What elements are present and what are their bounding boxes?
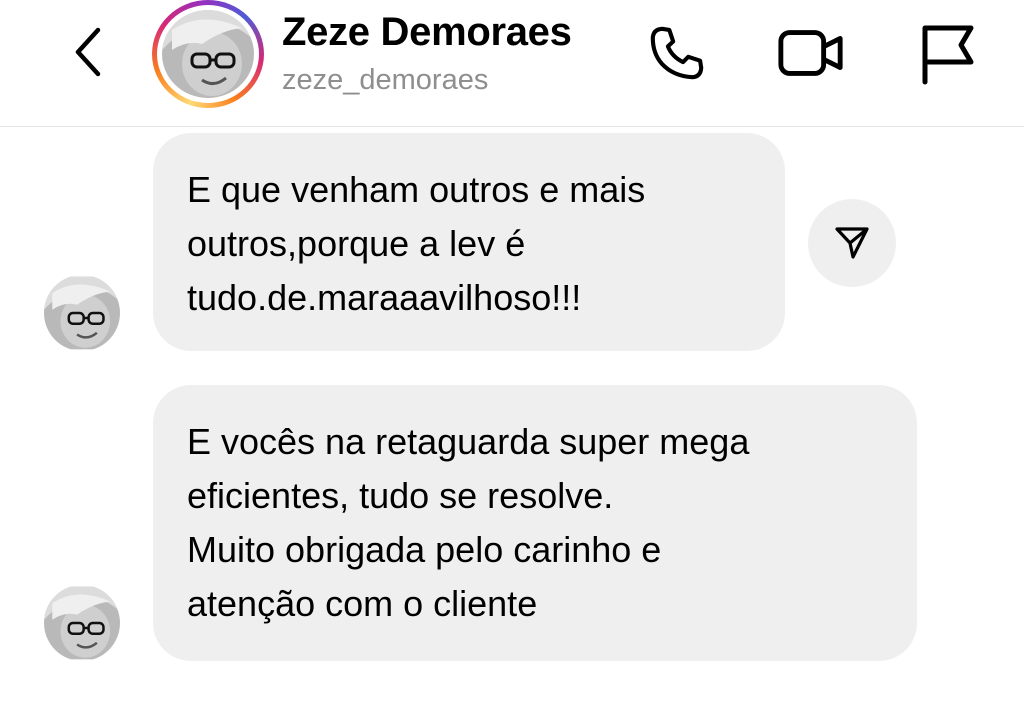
username[interactable]: zeze_demoraes xyxy=(282,64,488,97)
message-line: E que venham outros e mais xyxy=(187,169,646,210)
sender-avatar[interactable] xyxy=(44,275,120,351)
chat-header: Zeze Demoraes zeze_demoraes xyxy=(0,0,1024,127)
chevron-left-icon xyxy=(75,27,101,77)
profile-avatar[interactable] xyxy=(152,0,264,108)
message-line: eficientes, tudo se resolve. xyxy=(187,475,614,516)
message-line: tudo.de.maraaavilhoso!!! xyxy=(187,277,582,318)
video-camera-icon xyxy=(778,30,843,76)
avatar-photo xyxy=(162,10,254,98)
message-bubble[interactable]: E que venham outros e mais outros,porque… xyxy=(153,133,785,351)
message-bubble[interactable]: E vocês na retaguarda super mega eficien… xyxy=(153,385,917,661)
share-message-button[interactable] xyxy=(808,199,896,287)
display-name[interactable]: Zeze Demoraes xyxy=(282,10,572,55)
message-line: Muito obrigada pelo carinho e xyxy=(187,529,662,570)
back-button[interactable] xyxy=(62,22,114,82)
video-call-button[interactable] xyxy=(776,18,846,88)
chat-screen: Zeze Demoraes zeze_demoraes E que venham… xyxy=(0,0,1024,722)
avatar-ring-gap xyxy=(157,5,259,103)
message-line: outros,porque a lev é xyxy=(187,223,526,264)
voice-call-button[interactable] xyxy=(642,18,712,88)
flag-icon xyxy=(922,25,974,85)
sender-avatar[interactable] xyxy=(44,585,120,661)
phone-icon xyxy=(650,26,704,80)
message-line: E vocês na retaguarda super mega xyxy=(187,421,750,462)
message-line: atenção com o cliente xyxy=(187,583,538,624)
report-button[interactable] xyxy=(910,18,980,88)
paper-plane-icon xyxy=(835,227,869,259)
